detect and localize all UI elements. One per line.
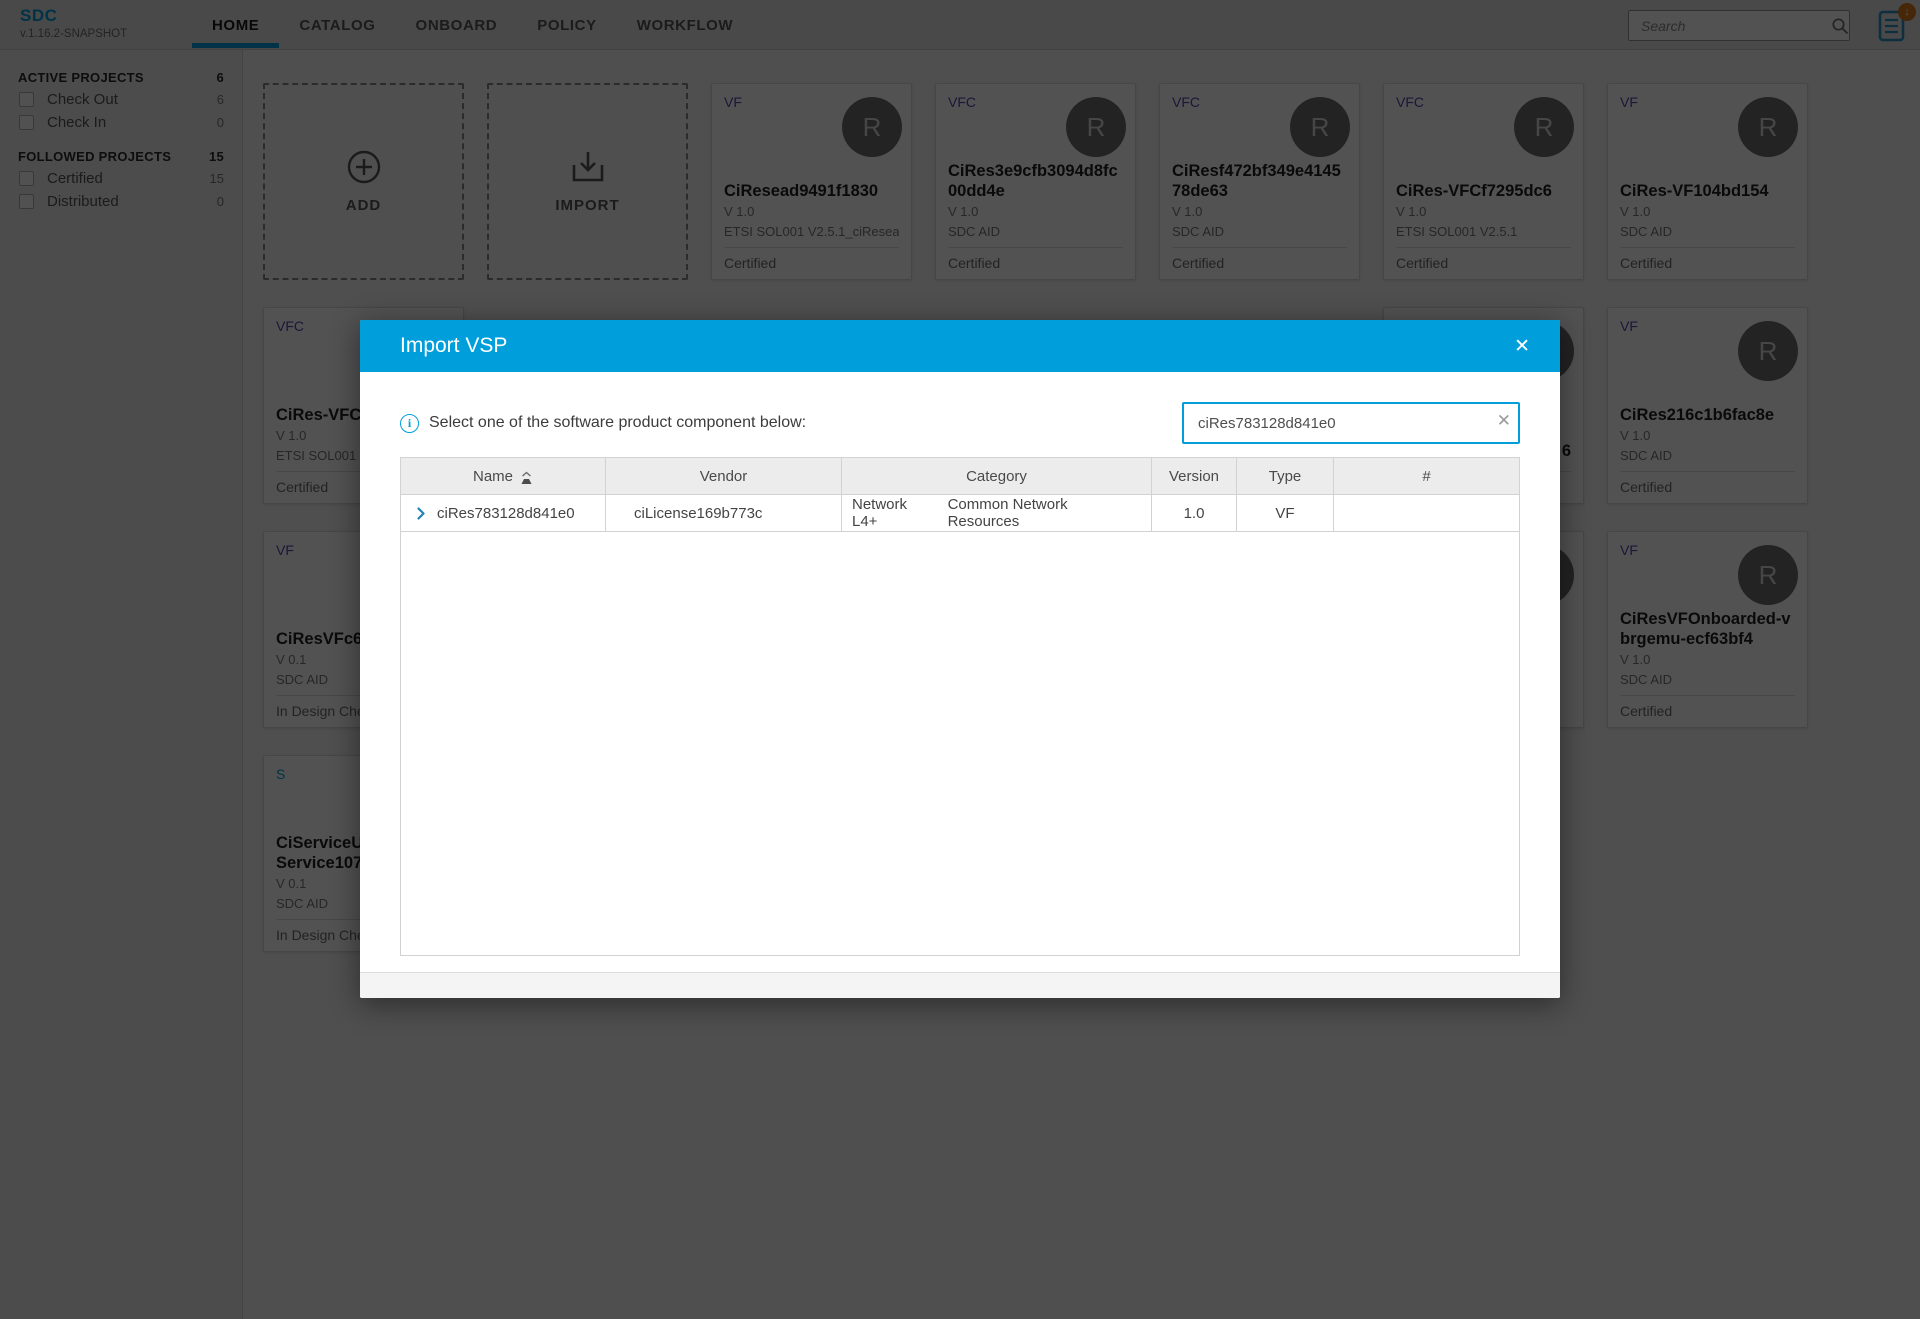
- column-header-label: Vendor: [700, 468, 748, 485]
- cell-name: ciRes783128d841e0: [437, 505, 575, 522]
- column-header-label: Type: [1269, 468, 1302, 485]
- column-header-name[interactable]: Name: [401, 458, 606, 494]
- info-icon: i: [400, 414, 419, 433]
- column-header-number[interactable]: #: [1334, 458, 1519, 494]
- column-header-version[interactable]: Version: [1152, 458, 1237, 494]
- modal-footer: [360, 972, 1560, 998]
- sdc-home-page: SDC v.1.16.2-SNAPSHOT HOME CATALOG ONBOA…: [0, 0, 1920, 1319]
- column-header-category[interactable]: Category: [842, 458, 1152, 494]
- vsp-table-header: Name Vendor Category Version Type #: [401, 458, 1519, 495]
- import-vsp-modal: Import VSP ✕ i Select one of the softwar…: [360, 320, 1560, 998]
- cell-vendor: ciLicense169b773c: [634, 505, 762, 522]
- table-empty-area: [401, 532, 1519, 955]
- table-row[interactable]: ciRes783128d841e0 ciLicense169b773c Netw…: [401, 495, 1519, 532]
- cell-type: VF: [1275, 505, 1294, 522]
- close-icon[interactable]: ✕: [1508, 333, 1536, 360]
- modal-body: i Select one of the software product com…: [360, 372, 1560, 972]
- vsp-search: ✕: [1182, 402, 1520, 444]
- column-header-label: Name: [473, 468, 513, 485]
- select-component-label: Select one of the software product compo…: [429, 414, 1182, 432]
- cell-version: 1.0: [1184, 505, 1205, 522]
- modal-header: Import VSP ✕: [360, 320, 1560, 372]
- column-header-type[interactable]: Type: [1237, 458, 1334, 494]
- column-header-vendor[interactable]: Vendor: [606, 458, 842, 494]
- cell-category: Network L4+: [852, 496, 936, 530]
- column-header-label: Version: [1169, 468, 1219, 485]
- expand-chevron-icon[interactable]: [417, 507, 425, 520]
- column-header-label: #: [1422, 468, 1430, 485]
- modal-title: Import VSP: [400, 334, 1508, 358]
- cell-sub-category: Common Network Resources: [948, 496, 1141, 530]
- vsp-search-input[interactable]: [1182, 402, 1520, 444]
- column-header-label: Category: [966, 468, 1027, 485]
- clear-search-icon[interactable]: ✕: [1497, 412, 1511, 429]
- sort-asc-icon: [520, 471, 533, 485]
- vsp-table: Name Vendor Category Version Type #: [400, 457, 1520, 956]
